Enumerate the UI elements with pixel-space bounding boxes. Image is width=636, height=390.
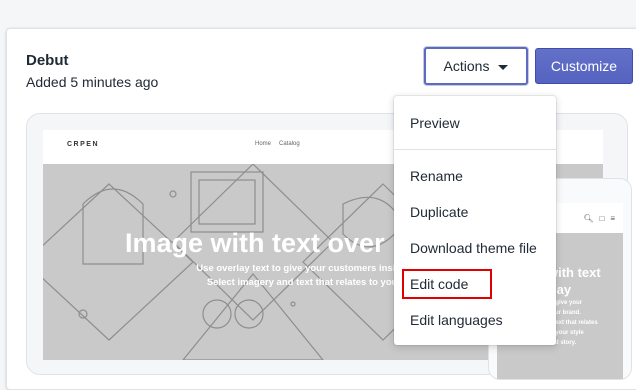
caret-down-icon	[498, 64, 509, 70]
actions-button-label: Actions	[443, 58, 490, 74]
theme-added-timestamp: Added 5 minutes ago	[26, 74, 159, 90]
menu-divider	[394, 149, 556, 150]
theme-name: Debut	[26, 52, 69, 69]
mobile-hero-title: with text rlay	[548, 264, 628, 298]
actions-button[interactable]: Actions	[424, 47, 528, 85]
menu-item-download-theme-file[interactable]: Download theme file	[394, 231, 556, 265]
customize-button[interactable]: Customize	[535, 48, 633, 84]
mobile-hero-text-line: to give your	[548, 300, 583, 306]
menu-icon: ≡	[610, 214, 615, 223]
menu-item-duplicate[interactable]: Duplicate	[394, 195, 556, 229]
cart-icon: □	[599, 214, 605, 223]
mobile-hero-text-line: d text that relates	[548, 320, 598, 326]
store-logo: CRPEN	[67, 141, 100, 148]
edit-code-highlight-box	[402, 269, 492, 299]
mobile-hero-text-line: and story.	[548, 340, 577, 346]
search-icon: 🔍︎	[583, 214, 594, 223]
store-nav-catalog: Catalog	[279, 141, 300, 147]
store-nav-home: Home	[255, 141, 272, 147]
mobile-hero-text: to give your your brand. d text that rel…	[548, 298, 618, 348]
mobile-header-icons: 🔍︎ □ ≡	[583, 214, 615, 223]
menu-item-edit-languages[interactable]: Edit languages	[394, 303, 556, 337]
mobile-hero-title-line: with text	[548, 265, 601, 280]
mobile-hero-text-line: to your style	[548, 330, 584, 336]
actions-dropdown-menu: Preview Rename Duplicate Download theme …	[394, 96, 556, 345]
store-nav: Home Catalog	[255, 141, 300, 147]
menu-item-rename[interactable]: Rename	[394, 159, 556, 193]
mobile-hero-text-line: your brand.	[548, 310, 582, 316]
mobile-hero-title-line: rlay	[548, 282, 572, 297]
menu-item-preview[interactable]: Preview	[394, 106, 556, 140]
